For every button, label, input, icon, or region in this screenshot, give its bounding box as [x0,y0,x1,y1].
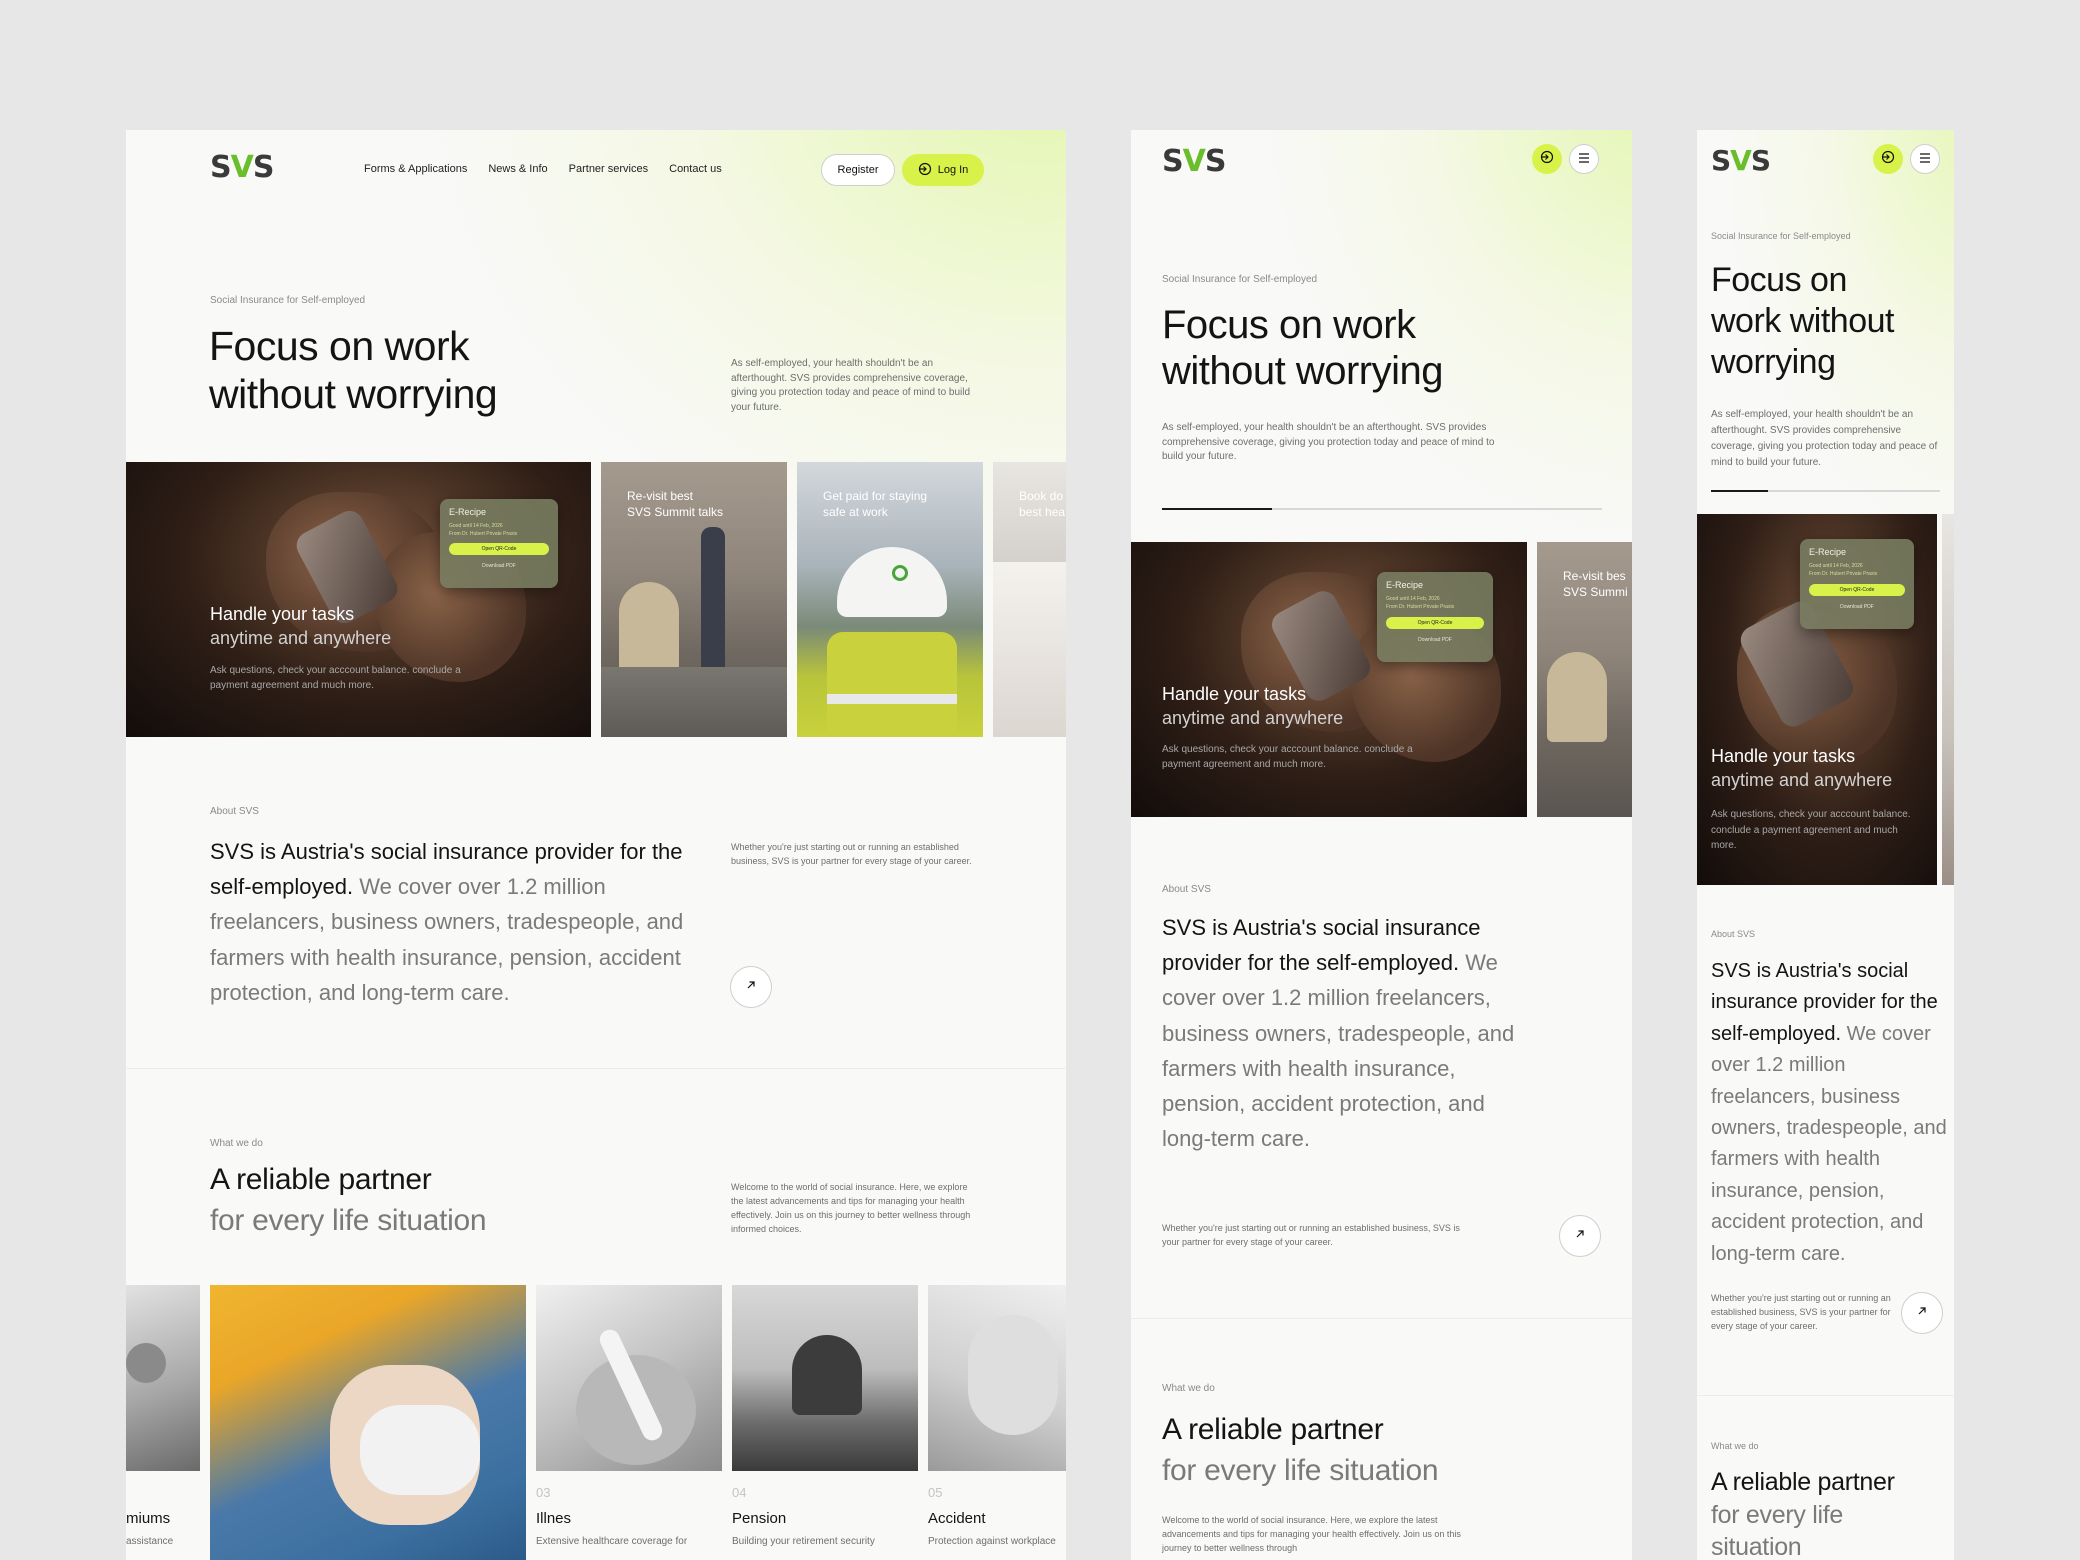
register-button[interactable]: Register [821,154,895,186]
nav-forms-applications[interactable]: Forms & Applications [364,163,467,175]
login-arrow-icon [1540,150,1554,169]
section-divider [126,1068,1066,1069]
open-qr-code-button[interactable]: Open QR-Code [1809,584,1905,596]
card-main-text: Ask questions, check your acccount balan… [1711,809,1911,851]
hero-text: As self-employed, your health shouldn't … [731,358,971,413]
hero-progress [1711,490,1940,492]
open-qr-code-button[interactable]: Open QR-Code [1386,617,1484,629]
about-lead: SVS is Austria's social insurance provid… [210,839,684,1005]
card-book-title: Book do best hea [1019,489,1066,520]
tablet-frame: SVS Social Insurance for Self-employed F… [1131,130,1632,1560]
about-eyebrow: About SVS [1162,884,1211,895]
mobile-frame: SVS Social Insurance for Self-employed F… [1697,130,1954,1560]
nav-contact-us[interactable]: Contact us [669,163,722,175]
hero-title: Focus on work without worrying [209,323,498,418]
svs-logo[interactable]: SVS [210,150,274,185]
about-side-text: Whether you're just starting out or runn… [731,842,972,866]
what-eyebrow: What we do [1711,1441,1759,1451]
download-pdf-link[interactable]: Download PDF [1377,637,1493,643]
what-title: A reliable partner for every life situatio… [1711,1468,1895,1560]
about-eyebrow: About SVS [210,806,259,817]
about-side-text: Whether you're just starting out or runn… [1162,1223,1460,1247]
arrow-up-right-icon [745,978,757,996]
hero-eyebrow: Social Insurance for Self-employed [1162,274,1318,285]
hero-eyebrow: Social Insurance for Self-employed [210,295,366,306]
erecipe-card: E-Recipe Good until 14 Feb, 2026 From Dr… [440,499,558,588]
erecipe-card: E-Recipe Good until 14 Feb, 2026 From Dr… [1377,572,1493,662]
hamburger-menu-icon [1578,150,1590,168]
service-tile-pension[interactable]: 04 Pension Building your retirement secu… [732,1285,918,1560]
about-lead: SVS is Austria's social insurance provid… [1711,960,1947,1265]
hero-title: Focus on work without worrying [1711,261,1894,381]
desktop-frame: SVS Forms & Applications News & Info Par… [126,130,1066,1560]
service-tile-illnes[interactable]: 03 Illnes Extensive healthcare coverage … [536,1285,722,1560]
login-icon-button[interactable] [1873,144,1903,174]
card-handle-tasks[interactable]: E-Recipe Good until 14 Feb, 2026 From Dr… [126,462,591,737]
arrow-up-right-icon [1916,1304,1928,1322]
card-paid-safe-work[interactable]: Get paid for staying safe at work [797,462,983,737]
card-main-text: Ask questions, check your acccount balan… [1162,744,1413,770]
login-arrow-icon [1881,150,1895,169]
svs-logo[interactable]: SVS [1162,144,1226,179]
about-open-button[interactable] [730,966,772,1008]
card-summit-title: Re-visit bes SVS Summi [1563,569,1628,600]
card-summit-talks[interactable]: Re-visit bes SVS Summi [1537,542,1632,817]
login-label: Log In [937,164,969,176]
what-text: Welcome to the world of social insurance… [731,1182,971,1234]
about-lead: SVS is Austria's social insurance provid… [1162,915,1515,1152]
download-pdf-link[interactable]: Download PDF [1800,604,1914,610]
hero-text: As self-employed, your health shouldn't … [1711,409,1938,468]
service-tile-accident[interactable]: 05 Accident Protection against workplace [928,1285,1066,1560]
about-eyebrow: About SVS [1711,929,1756,939]
menu-button[interactable] [1910,144,1940,174]
open-qr-code-button[interactable]: Open QR-Code [449,543,549,555]
card-peek[interactable] [1942,514,1954,885]
card-main-heading: Handle your tasks anytime and anywhere [1711,746,1893,791]
arrow-up-right-icon [1574,1227,1586,1245]
download-pdf-link[interactable]: Download PDF [440,563,558,569]
hero-text: As self-employed, your health shouldn't … [1162,422,1495,462]
nav-news-info[interactable]: News & Info [488,163,547,175]
what-title: A reliable partner for every life situati… [210,1163,487,1237]
card-handle-tasks[interactable]: E-Recipe Good until 14 Feb, 2026 From Dr… [1131,542,1527,817]
login-arrow-icon [918,162,932,179]
about-open-button[interactable] [1901,1292,1943,1334]
svs-logo[interactable]: SVS [1711,144,1771,177]
what-text: Welcome to the world of social insurance… [1162,1515,1461,1553]
card-safe-work-title: Get paid for staying safe at work [823,489,928,520]
about-open-button[interactable] [1559,1215,1601,1257]
about-side-text: Whether you're just starting out or runn… [1711,1293,1891,1331]
section-divider [1697,1395,1954,1396]
hero-progress-fill [1162,508,1272,510]
hero-title: Focus on work without worrying [1162,303,1444,393]
card-main-text: Ask questions, check your acccount balan… [210,665,461,691]
hamburger-menu-icon [1919,150,1931,168]
hero-progress-fill [1711,490,1769,492]
hero-eyebrow: Social Insurance for Self-employed [1711,231,1851,241]
card-summit-title: Re-visit best SVS Summit talks [627,489,724,520]
card-handle-tasks[interactable]: E-Recipe Good until 14 Feb, 2026 From Dr… [1697,514,1937,885]
card-main-heading: Handle your tasks anytime and anywhere [210,604,392,649]
service-tile-premiums[interactable]: miums assistance [126,1285,200,1560]
what-eyebrow: What we do [210,1138,263,1149]
service-tile-care[interactable] [210,1285,526,1560]
what-title: A reliable partner for every life situati… [1162,1413,1439,1487]
section-divider [1131,1318,1632,1319]
hero-progress [1162,508,1602,510]
what-eyebrow: What we do [1162,1383,1215,1394]
nav-partner-services[interactable]: Partner services [569,163,648,175]
login-button[interactable]: Log In [902,154,984,186]
erecipe-card: E-Recipe Good until 14 Feb, 2026 From Dr… [1800,539,1914,629]
card-summit-talks[interactable]: Re-visit best SVS Summit talks [601,462,787,737]
menu-button[interactable] [1569,144,1599,174]
login-icon-button[interactable] [1532,144,1562,174]
main-nav: Forms & Applications News & Info Partner… [364,163,722,175]
card-book-doctor[interactable]: Book do best hea [993,462,1066,737]
card-main-heading: Handle your tasks anytime and anywhere [1162,684,1344,729]
